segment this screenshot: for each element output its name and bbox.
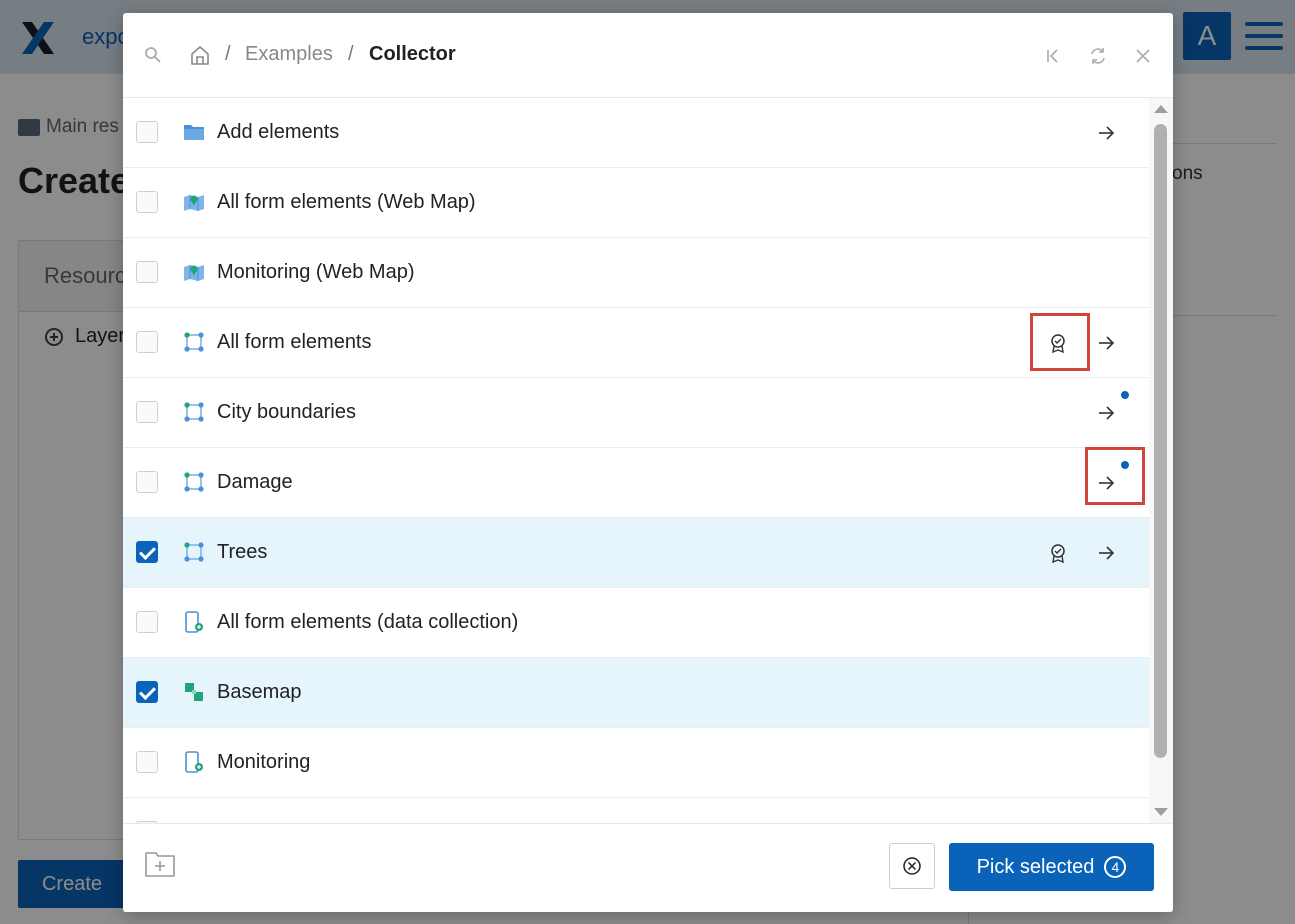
list-item[interactable]: Trees bbox=[123, 518, 1149, 588]
list-item[interactable] bbox=[123, 798, 1149, 823]
folder-icon bbox=[184, 125, 204, 140]
row-checkbox[interactable] bbox=[136, 121, 158, 143]
list-item[interactable]: Monitoring bbox=[123, 728, 1149, 798]
row-label: All form elements (data collection) bbox=[217, 611, 519, 633]
list-item[interactable]: Damage bbox=[123, 448, 1149, 518]
modal-footer: Pick selected 4 bbox=[123, 823, 1173, 912]
row-checkbox[interactable] bbox=[136, 401, 158, 423]
selected-count-badge: 4 bbox=[1104, 856, 1127, 878]
close-icon[interactable] bbox=[1132, 45, 1154, 67]
scroll-up-icon[interactable] bbox=[1154, 105, 1168, 113]
pick-selected-label: Pick selected bbox=[976, 855, 1095, 878]
scrollbar-thumb[interactable] bbox=[1154, 124, 1167, 758]
scrollbar[interactable] bbox=[1149, 98, 1173, 823]
row-checkbox[interactable] bbox=[136, 751, 158, 773]
row-label: All form elements bbox=[217, 331, 372, 353]
arrow-right-icon[interactable] bbox=[1094, 541, 1118, 565]
row-checkbox[interactable] bbox=[136, 471, 158, 493]
webmap-icon bbox=[184, 195, 204, 211]
row-checkbox[interactable] bbox=[136, 611, 158, 633]
vector-layer-icon bbox=[184, 332, 204, 352]
list-item[interactable]: Basemap bbox=[123, 658, 1149, 728]
webmap-icon bbox=[184, 265, 204, 281]
breadcrumb-separator: / bbox=[225, 43, 231, 65]
resource-list: Add elements All form elements (Web Map) bbox=[123, 98, 1149, 823]
clear-circle-icon bbox=[903, 857, 921, 875]
list-item[interactable]: All form elements bbox=[123, 308, 1149, 378]
first-page-icon[interactable] bbox=[1042, 45, 1064, 67]
row-checkbox[interactable] bbox=[136, 331, 158, 353]
resource-picker-modal: / Examples / Collector Add elements All … bbox=[123, 13, 1173, 912]
row-label: Monitoring bbox=[217, 751, 311, 773]
vector-layer-icon bbox=[184, 472, 204, 492]
row-checkbox[interactable] bbox=[136, 261, 158, 283]
row-label: City boundaries bbox=[217, 401, 356, 423]
list-item[interactable]: Add elements bbox=[123, 98, 1149, 168]
scroll-down-icon[interactable] bbox=[1154, 808, 1168, 816]
row-label: Trees bbox=[217, 541, 268, 563]
breadcrumb-examples[interactable]: Examples bbox=[245, 43, 333, 66]
row-label: Add elements bbox=[217, 121, 340, 143]
breadcrumb-current: Collector bbox=[369, 43, 456, 65]
list-item[interactable]: Monitoring (Web Map) bbox=[123, 238, 1149, 308]
award-icon[interactable] bbox=[1046, 541, 1070, 565]
clear-selection-button[interactable] bbox=[889, 843, 935, 889]
row-checkbox[interactable] bbox=[136, 191, 158, 213]
list-item[interactable]: All form elements (data collection) bbox=[123, 588, 1149, 658]
collector-project-icon bbox=[185, 751, 203, 773]
row-label: Monitoring (Web Map) bbox=[217, 261, 415, 283]
row-label: All form elements (Web Map) bbox=[217, 191, 476, 213]
pick-selected-button[interactable]: Pick selected 4 bbox=[949, 843, 1154, 891]
breadcrumb-separator: / bbox=[348, 43, 354, 65]
arrow-right-icon[interactable] bbox=[1094, 401, 1118, 425]
highlight-box bbox=[1030, 313, 1090, 371]
row-label: Basemap bbox=[217, 681, 302, 703]
refresh-icon[interactable] bbox=[1087, 45, 1109, 67]
vector-layer-icon bbox=[184, 402, 204, 422]
new-folder-icon[interactable] bbox=[144, 850, 176, 878]
status-dot bbox=[1121, 391, 1129, 399]
modal-header: / Examples / Collector bbox=[123, 13, 1173, 98]
vector-layer-icon bbox=[184, 542, 204, 562]
arrow-right-icon[interactable] bbox=[1094, 331, 1118, 355]
search-icon[interactable] bbox=[144, 46, 162, 64]
collector-project-icon bbox=[185, 611, 203, 633]
basemap-icon bbox=[185, 683, 203, 701]
list-item[interactable]: All form elements (Web Map) bbox=[123, 168, 1149, 238]
row-label: Damage bbox=[217, 471, 293, 493]
row-checkbox[interactable] bbox=[136, 541, 158, 563]
arrow-right-icon[interactable] bbox=[1094, 121, 1118, 145]
highlight-box bbox=[1085, 447, 1145, 505]
home-icon[interactable] bbox=[189, 44, 211, 66]
list-item[interactable]: City boundaries bbox=[123, 378, 1149, 448]
row-checkbox[interactable] bbox=[136, 681, 158, 703]
